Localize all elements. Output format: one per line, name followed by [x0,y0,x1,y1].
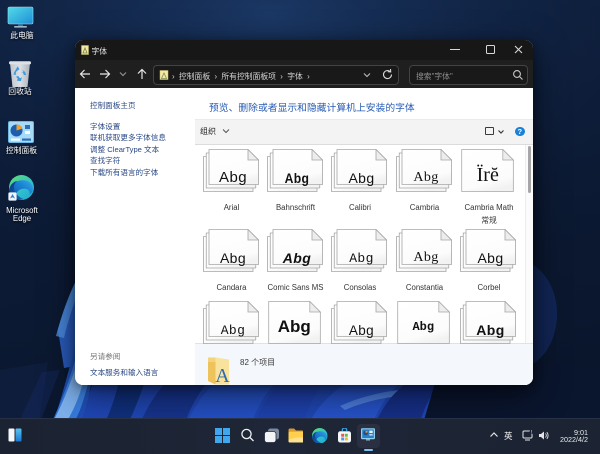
svg-text:A: A [215,365,230,385]
svg-text:!: ! [531,430,532,436]
